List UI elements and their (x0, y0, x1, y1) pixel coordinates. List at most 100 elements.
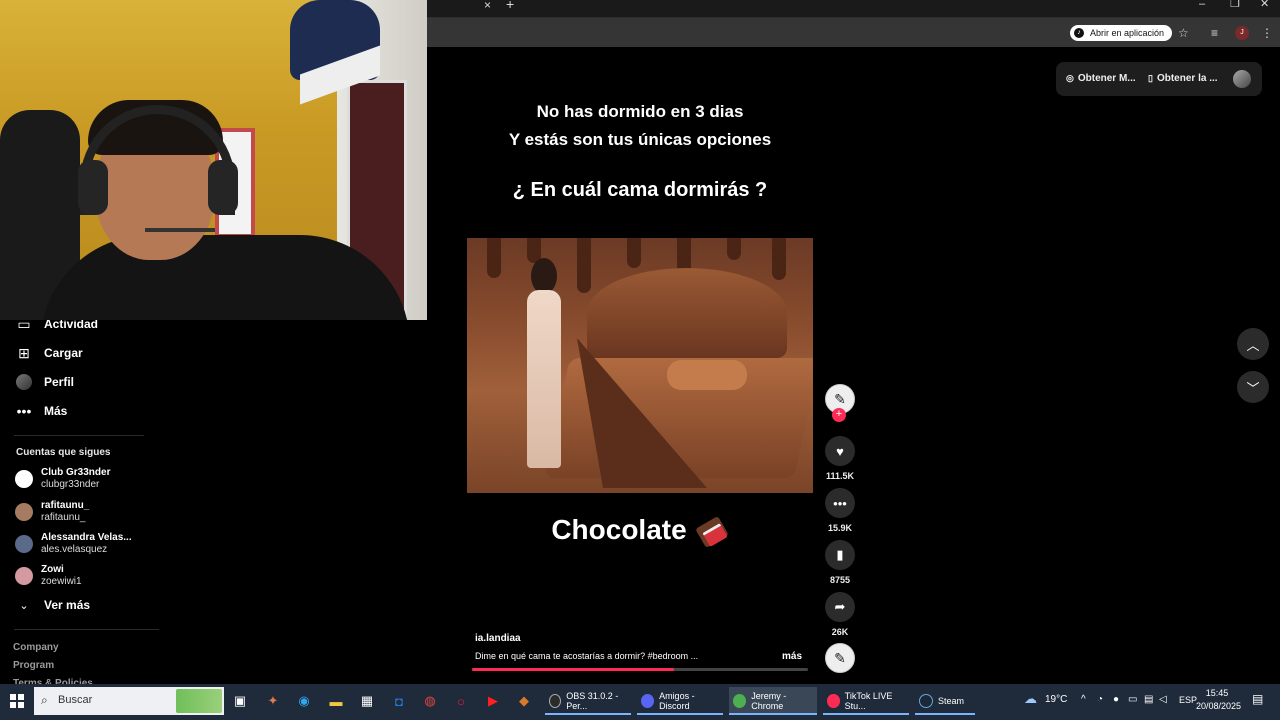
chocolate-pillow (667, 360, 747, 390)
minimize-icon[interactable]: – (1199, 0, 1205, 10)
sidebar-item-profile[interactable]: Perfil (16, 372, 74, 392)
profile-avatar-button[interactable]: J (1235, 26, 1249, 40)
video-overlay-text: No has dormido en 3 dias (536, 102, 744, 121)
tray-chevron-up-icon[interactable]: ^ (1081, 694, 1086, 705)
notifications-icon[interactable]: ▤ (1252, 692, 1263, 706)
comment-action[interactable]: ••• 15.9K (822, 488, 858, 533)
video-scene-image (467, 238, 813, 493)
video-progress-bar[interactable] (472, 668, 808, 671)
get-coins-button[interactable]: ◎ Obtener M... (1066, 73, 1136, 84)
like-action[interactable]: ♥ 111.5K (822, 436, 858, 481)
tray-icon[interactable]: ◔ (1097, 694, 1103, 705)
taskbar-app-discord[interactable]: Amigos - Discord (637, 687, 723, 715)
profile-avatar (16, 374, 32, 390)
webcam-headset-ear-right (208, 160, 238, 215)
following-item[interactable]: Club Gr33nder clubgr33nder (15, 467, 110, 491)
microphone-icon[interactable]: ● (1113, 694, 1119, 705)
get-app-label: Obtener la ... (1156, 73, 1218, 84)
taskbar-app-obs[interactable]: OBS 31.0.2 - Per... (545, 687, 631, 715)
restore-icon[interactable]: ❐ (1230, 0, 1240, 10)
comment-icon[interactable]: ••• (825, 488, 855, 518)
heart-icon[interactable]: ♥ (825, 436, 855, 466)
weather-cloud-icon[interactable]: ☁ (1024, 691, 1037, 707)
language-indicator[interactable]: ESP (1179, 695, 1197, 705)
sidebar: ▭ Actividad ⊞ Cargar Perfil ••• Más Cuen… (0, 316, 170, 689)
video-author[interactable]: ia.landiaa (475, 633, 521, 644)
taskbar-search-placeholder: Buscar (58, 694, 93, 706)
clock-date: 20/08/2025 (1196, 701, 1242, 711)
following-handle: rafitaunu_ (41, 512, 86, 523)
following-name: Zowi (41, 564, 64, 575)
edge-icon[interactable]: ◉ (293, 690, 315, 712)
taskbar-app-steam[interactable]: Steam (915, 687, 975, 715)
coin-icon: ◎ (1066, 73, 1074, 83)
share-icon[interactable]: ➦ (825, 592, 855, 622)
following-name: Alessandra Velas... (41, 532, 132, 543)
chevron-up-icon: ︿ (1246, 337, 1260, 353)
store-icon[interactable]: ▦ (356, 690, 378, 712)
get-app-button[interactable]: ▯ Obtener la ... (1148, 73, 1218, 84)
video-player[interactable]: No has dormido en 3 dias Y estás son tus… (467, 90, 813, 671)
header-actions: ◎ Obtener M... ▯ Obtener la ... (1056, 62, 1262, 96)
browser-menu-icon[interactable]: ⋮ (1261, 25, 1273, 41)
chevron-down-icon: ﹀ (1246, 380, 1260, 396)
like-count: 111.5K (825, 471, 855, 481)
taskbar-app-chrome[interactable]: Jeremy - Chrome (729, 687, 817, 715)
previous-video-button[interactable]: ︿ (1237, 328, 1269, 360)
footer-link-program[interactable]: Program (13, 660, 54, 671)
see-more-button[interactable]: ⌄ Ver más (16, 595, 90, 615)
chocolate-bar-icon (694, 515, 729, 548)
woman-figure (525, 258, 563, 468)
taskbar-search[interactable]: ⌕ Buscar (34, 687, 224, 715)
video-progress-fill (472, 668, 674, 671)
outlook-icon[interactable]: ◘ (388, 690, 410, 712)
share-action[interactable]: ➦ 26K (822, 592, 858, 637)
windows-start-icon[interactable] (10, 694, 24, 708)
obs-icon (549, 694, 562, 708)
bookmark-icon[interactable]: ▮ (825, 540, 855, 570)
tray-monitor-icon[interactable]: ▭ (1128, 694, 1137, 705)
close-window-icon[interactable]: ✕ (1260, 0, 1269, 10)
following-avatar (15, 535, 33, 553)
media-control-icon[interactable]: ≡ (1211, 25, 1218, 41)
taskbar: ⌕ Buscar ▣ ✦ ◉ ▬ ▦ ◘ ◍ ○ ▶ ◆ OBS 31.0.2 … (0, 684, 1280, 720)
task-view-icon[interactable]: ▣ (229, 690, 251, 712)
system-clock[interactable]: 15:45 20/08/2025 (1196, 687, 1242, 713)
following-item[interactable]: Zowi zoewiwi1 (15, 564, 82, 588)
follow-button[interactable]: + (832, 408, 846, 422)
next-video-button[interactable]: ﹀ (1237, 371, 1269, 403)
footer-link-company[interactable]: Company (13, 642, 59, 653)
description-more-button[interactable]: más (782, 651, 802, 662)
network-icon[interactable]: ▤ (1144, 694, 1153, 705)
tiktok-logo-icon: ♪ (1074, 28, 1084, 38)
sidebar-item-label: Perfil (44, 375, 75, 389)
webcam-overlay (0, 0, 427, 320)
app-icon[interactable]: ◆ (513, 690, 535, 712)
open-in-app-label: Abrir en aplicación (1090, 28, 1165, 38)
following-item[interactable]: Alessandra Velas... ales.velasquez (15, 532, 132, 556)
close-tab-icon[interactable]: × (484, 0, 491, 11)
divider (14, 435, 144, 436)
sound-disc-button[interactable]: ✎ (822, 643, 858, 673)
temperature[interactable]: 19°C (1045, 694, 1067, 705)
file-explorer-icon[interactable]: ▬ (325, 690, 347, 712)
save-action[interactable]: ▮ 8755 (822, 540, 858, 585)
webcam-headset-ear-left (78, 160, 108, 215)
music-disc-icon[interactable]: ✎ (825, 643, 855, 673)
creator-avatar-button[interactable]: ✎ + (822, 384, 858, 422)
open-in-app-button[interactable]: ♪ Abrir en aplicación (1070, 25, 1173, 41)
following-avatar (15, 567, 33, 585)
user-avatar[interactable] (1233, 70, 1251, 88)
following-item[interactable]: rafitaunu_ rafitaunu_ (15, 500, 89, 524)
video-overlay-text: Y estás son tus únicas opciones (508, 130, 772, 149)
sidebar-item-more[interactable]: ••• Más (16, 401, 68, 421)
sidebar-item-upload[interactable]: ⊞ Cargar (16, 343, 83, 363)
bookmark-star-icon[interactable]: ☆ (1178, 25, 1189, 41)
chrome-icon[interactable]: ◍ (419, 690, 441, 712)
youtube-icon[interactable]: ▶ (482, 690, 504, 712)
taskbar-app-tiktok-live[interactable]: TikTok LIVE Stu... (823, 687, 909, 715)
copilot-icon[interactable]: ✦ (262, 690, 284, 712)
new-tab-icon[interactable]: + (506, 0, 514, 11)
volume-icon[interactable]: ◁ (1159, 694, 1167, 705)
opera-icon[interactable]: ○ (450, 690, 472, 712)
